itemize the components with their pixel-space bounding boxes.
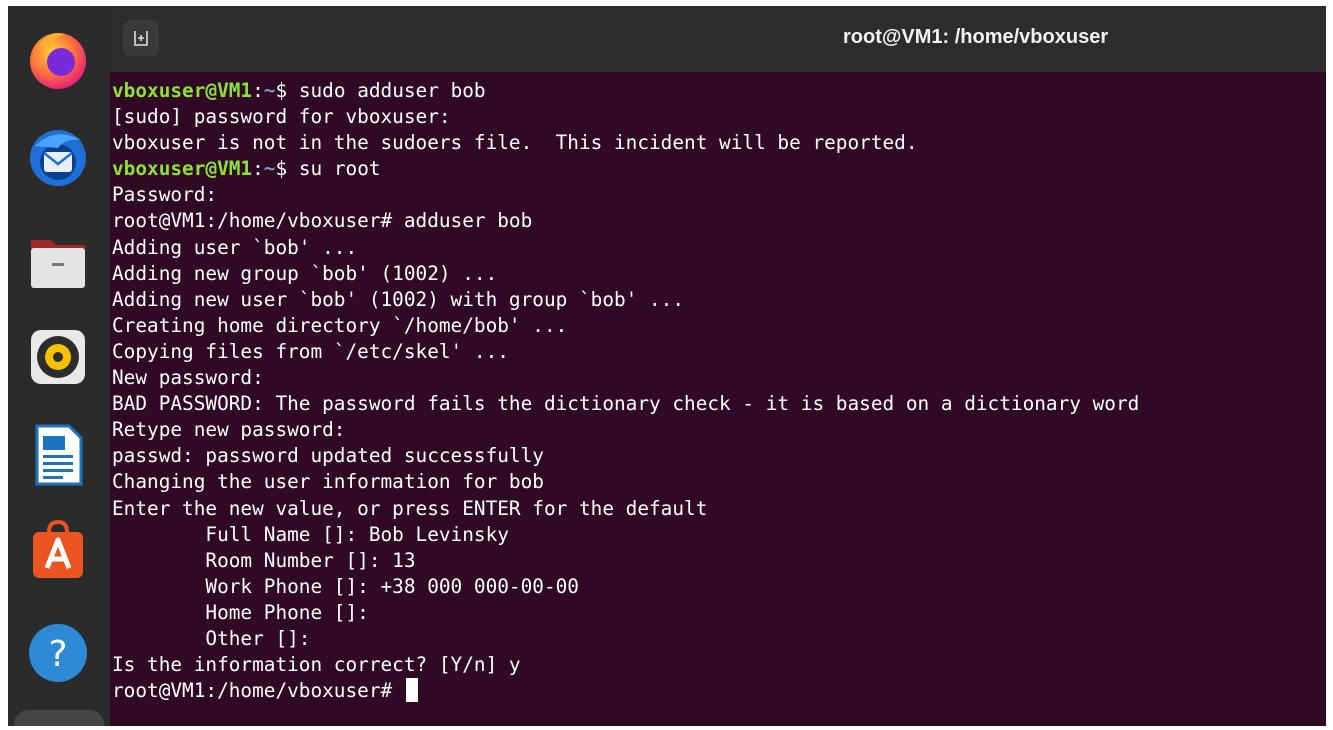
rhythmbox-icon[interactable] — [25, 324, 91, 390]
terminal-line: Enter the new value, or press ENTER for … — [112, 496, 1326, 522]
prompt-colon: : — [252, 79, 264, 102]
new-tab-button[interactable] — [123, 20, 159, 56]
line-text: Full Name []: Bob Levinsky — [112, 522, 509, 546]
line-text: Adding new group `bob' (1002) ... — [112, 261, 498, 285]
line-text: Adding user `bob' ... — [112, 235, 358, 259]
terminal-line: vboxuser@VM1:~$ su root — [112, 156, 1326, 182]
command-text: $ su root — [275, 157, 381, 181]
terminal-line: Adding new user `bob' (1002) with group … — [112, 287, 1326, 313]
new-tab-icon — [134, 31, 148, 46]
terminal-line: Creating home directory `/home/bob' ... — [112, 313, 1326, 339]
prompt-path: ~ — [263, 157, 276, 181]
terminal-line: root@VM1:/home/vboxuser# adduser bob — [112, 208, 1326, 234]
line-text: [sudo] password for vboxuser: — [112, 105, 451, 129]
prompt-user: vboxuser@VM1 — [112, 79, 253, 102]
line-text: Enter the new value, or press ENTER for … — [112, 496, 708, 520]
line-text: Creating home directory `/home/bob' ... — [112, 313, 568, 337]
terminal-line: Full Name []: Bob Levinsky — [112, 522, 1326, 548]
terminal-line: Adding new group `bob' (1002) ... — [112, 261, 1326, 287]
line-text: vboxuser is not in the sudoers file. Thi… — [112, 131, 918, 155]
svg-text:?: ? — [48, 634, 67, 675]
terminal-line: Password: — [112, 182, 1326, 208]
line-text: Adding new user `bob' (1002) with group … — [112, 287, 685, 311]
command-text: $ sudo adduser bob — [275, 79, 486, 102]
prompt-user: vboxuser@VM1 — [112, 157, 253, 181]
line-text: Copying files from `/etc/skel' ... — [112, 339, 509, 363]
desktop-screen: ? root@VM1: /home/vboxuser vboxuser@VM1:… — [8, 6, 1326, 726]
terminal-line: Is the information correct? [Y/n] y — [112, 652, 1326, 678]
terminal-line: Room Number []: 13 — [112, 548, 1326, 574]
terminal-line: Retype new password: — [112, 417, 1326, 443]
dock: ? — [8, 6, 110, 726]
prompt-path: ~ — [263, 79, 276, 102]
terminal-line: vboxuser@VM1:~$ sudo adduser bob — [112, 78, 1326, 104]
line-text: passwd: password updated successfully — [112, 444, 544, 468]
line-text: root@VM1:/home/vboxuser# adduser bob — [112, 209, 533, 233]
terminal-line: root@VM1:/home/vboxuser# — [112, 678, 1326, 704]
line-text: Is the information correct? [Y/n] y — [112, 653, 521, 677]
terminal-line: Other []: — [112, 626, 1326, 652]
line-text: Work Phone []: +38 000 000-00-00 — [112, 574, 579, 598]
terminal-cursor — [405, 678, 418, 703]
line-text: Room Number []: 13 — [112, 548, 416, 572]
files-icon[interactable] — [25, 228, 91, 294]
help-icon[interactable]: ? — [25, 620, 91, 686]
terminal-line: Changing the user information for bob — [112, 469, 1326, 495]
line-text: Other []: — [112, 626, 311, 650]
line-text: Home Phone []: — [112, 600, 369, 624]
terminal-line: BAD PASSWORD: The password fails the dic… — [112, 391, 1326, 417]
terminal-line: Copying files from `/etc/skel' ... — [112, 339, 1326, 365]
terminal-line: [sudo] password for vboxuser: — [112, 104, 1326, 130]
libreoffice-writer-icon[interactable] — [25, 422, 91, 488]
terminal-line: Adding user `bob' ... — [112, 235, 1326, 261]
window-title: root@VM1: /home/vboxuser — [843, 26, 1109, 48]
firefox-icon[interactable] — [25, 26, 91, 92]
terminal-line: Work Phone []: +38 000 000-00-00 — [112, 574, 1326, 600]
thunderbird-icon[interactable] — [25, 124, 91, 190]
line-text: New password: — [112, 366, 264, 390]
terminal-headerbar: root@VM1: /home/vboxuser — [110, 6, 1326, 72]
app-center-icon[interactable] — [25, 518, 91, 584]
terminal-line: vboxuser is not in the sudoers file. Thi… — [112, 130, 1326, 156]
line-text: root@VM1:/home/vboxuser# — [112, 679, 404, 703]
prompt-colon: : — [252, 157, 264, 181]
terminal-line: Home Phone []: — [112, 600, 1326, 626]
terminal-line: New password: — [112, 365, 1326, 391]
dock-show-apps-area[interactable] — [14, 710, 104, 726]
line-text: BAD PASSWORD: The password fails the dic… — [112, 392, 1140, 416]
line-text: Changing the user information for bob — [112, 470, 544, 494]
terminal-output[interactable]: vboxuser@VM1:~$ sudo adduser bob [sudo] p… — [112, 78, 1326, 726]
line-text: Retype new password: — [112, 418, 346, 442]
line-text: Password: — [112, 183, 218, 207]
terminal-line: passwd: password updated successfully — [112, 443, 1326, 469]
